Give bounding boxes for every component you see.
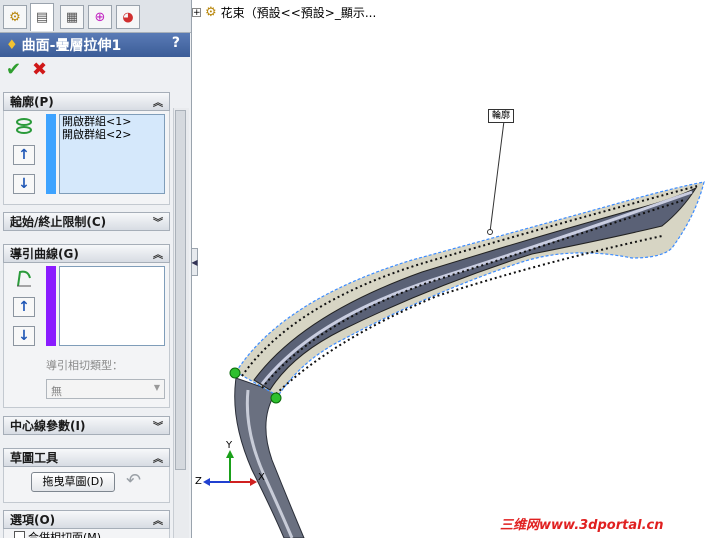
section-options-header[interactable]: 選項(O) ︽ [3, 510, 170, 529]
section-options-body: 合併相切面(M) [3, 529, 170, 538]
crosshair-icon: ⊕ [94, 9, 106, 25]
section-guides-title: 導引曲線(G) [10, 247, 79, 261]
section-profile-title: 輪廓(P) [10, 95, 54, 109]
feature-tree-tab[interactable]: ⚙ [3, 5, 27, 29]
display-tab[interactable]: ◕ [116, 5, 140, 29]
section-guides-header[interactable]: 導引曲線(G) ︽ [3, 244, 170, 263]
guide-curve-list[interactable] [59, 266, 165, 346]
help-button[interactable]: ? [172, 35, 180, 51]
section-sketch-tools-body: 拖曳草圖(D) ↶ [3, 467, 170, 503]
callout-leader [489, 120, 505, 233]
tangency-label: 導引相切類型： [46, 359, 123, 372]
feature-tree-icon: ⚙ [9, 9, 21, 25]
section-constraints-title: 起始/終止限制(C) [10, 215, 107, 229]
profile-list-item[interactable]: 開啟群組<2> [60, 128, 164, 141]
arrow-up-icon: ↑ [18, 147, 30, 163]
cancel-button[interactable]: ✖ [32, 59, 47, 80]
property-manager-tab[interactable]: ▤ [30, 3, 54, 31]
arrow-down-icon: ↓ [18, 176, 30, 192]
color-wheel-icon: ◕ [122, 9, 134, 25]
feature-icon: ♦ [6, 37, 18, 53]
expand-chevron-icon: ︾ [153, 218, 163, 229]
configuration-tab[interactable]: ▦ [60, 5, 84, 29]
section-sketch-tools-title: 草圖工具 [10, 451, 59, 465]
merge-tangent-checkbox[interactable] [14, 531, 25, 538]
drag-sketch-button[interactable]: 拖曳草圖(D) [31, 472, 115, 492]
section-guides-body: ↑ ↓ 導引相切類型： 無 ▼ [3, 263, 170, 408]
move-up-button[interactable]: ↑ [13, 145, 35, 165]
profile-endpoint[interactable] [270, 392, 282, 404]
triad-z-label: Z [195, 476, 202, 487]
profile-list[interactable]: 開啟群組<1> 開啟群組<2> [59, 114, 165, 194]
merge-tangent-label: 合併相切面(M) [28, 531, 102, 538]
profile-list-item[interactable]: 開啟群組<1> [60, 115, 164, 128]
tangency-dropdown[interactable]: 無 ▼ [46, 379, 165, 399]
triad-x-label: X [258, 472, 265, 483]
callout-anchor [487, 229, 493, 235]
configuration-icon: ▦ [65, 9, 79, 25]
profile-callout[interactable]: 輪廓 [488, 109, 515, 123]
property-manager-icon: ▤ [35, 10, 49, 25]
stem-surface [234, 377, 305, 538]
guide-curve-icon [17, 270, 31, 287]
section-options-title: 選項(O) [10, 513, 56, 527]
guide-color-bar [46, 266, 56, 346]
profile-endpoint[interactable] [229, 367, 241, 379]
dimxpert-tab[interactable]: ⊕ [88, 5, 112, 29]
move-down-button[interactable]: ↓ [13, 174, 35, 194]
chevron-down-icon: ▼ [153, 383, 160, 392]
expand-chevron-icon: ︾ [153, 422, 163, 433]
move-up-button[interactable]: ↑ [13, 297, 35, 317]
section-profile-body: ↑ ↓ 開啟群組<1> 開啟群組<2> [3, 111, 170, 205]
arrow-up-icon: ↑ [18, 299, 30, 315]
section-profile-header[interactable]: 輪廓(P) ︽ [3, 92, 170, 111]
collapse-chevron-icon: ︽ [153, 454, 163, 465]
property-manager: ⚙ ▤ ▦ ⊕ ◕ ♦ 曲面-疊層拉伸1 ? ✔ ✖ 輪廓(P) ︽ ↑ ↓ 開… [0, 0, 192, 538]
manager-tabs: ⚙ ▤ ▦ ⊕ ◕ [0, 0, 191, 33]
section-centerline-header[interactable]: 中心線參數(I) ︾ [3, 416, 170, 435]
ok-button[interactable]: ✔ [6, 59, 21, 80]
move-down-button[interactable]: ↓ [13, 326, 35, 346]
section-sketch-tools-header[interactable]: 草圖工具 ︽ [3, 448, 170, 467]
collapse-chevron-icon: ︽ [153, 516, 163, 527]
undo-icon[interactable]: ↶ [126, 470, 141, 491]
panel-title-bar: ♦ 曲面-疊層拉伸1 ? [0, 33, 190, 57]
section-centerline-title: 中心線參數(I) [10, 419, 86, 433]
panel-scroll-thumb[interactable] [175, 110, 186, 470]
collapse-chevron-icon: ︽ [153, 98, 163, 109]
model-viewport[interactable] [192, 0, 720, 538]
profile-icon [16, 118, 32, 134]
section-constraints-header[interactable]: 起始/終止限制(C) ︾ [3, 212, 170, 231]
watermark: 三维网www.3dportal.cn [500, 518, 664, 533]
collapse-chevron-icon: ︽ [153, 250, 163, 261]
arrow-down-icon: ↓ [18, 328, 30, 344]
panel-title: 曲面-疊層拉伸1 [21, 38, 122, 54]
triad-y-label: Y [226, 440, 233, 451]
profile-color-bar [46, 114, 56, 194]
tangency-value: 無 [51, 385, 62, 398]
